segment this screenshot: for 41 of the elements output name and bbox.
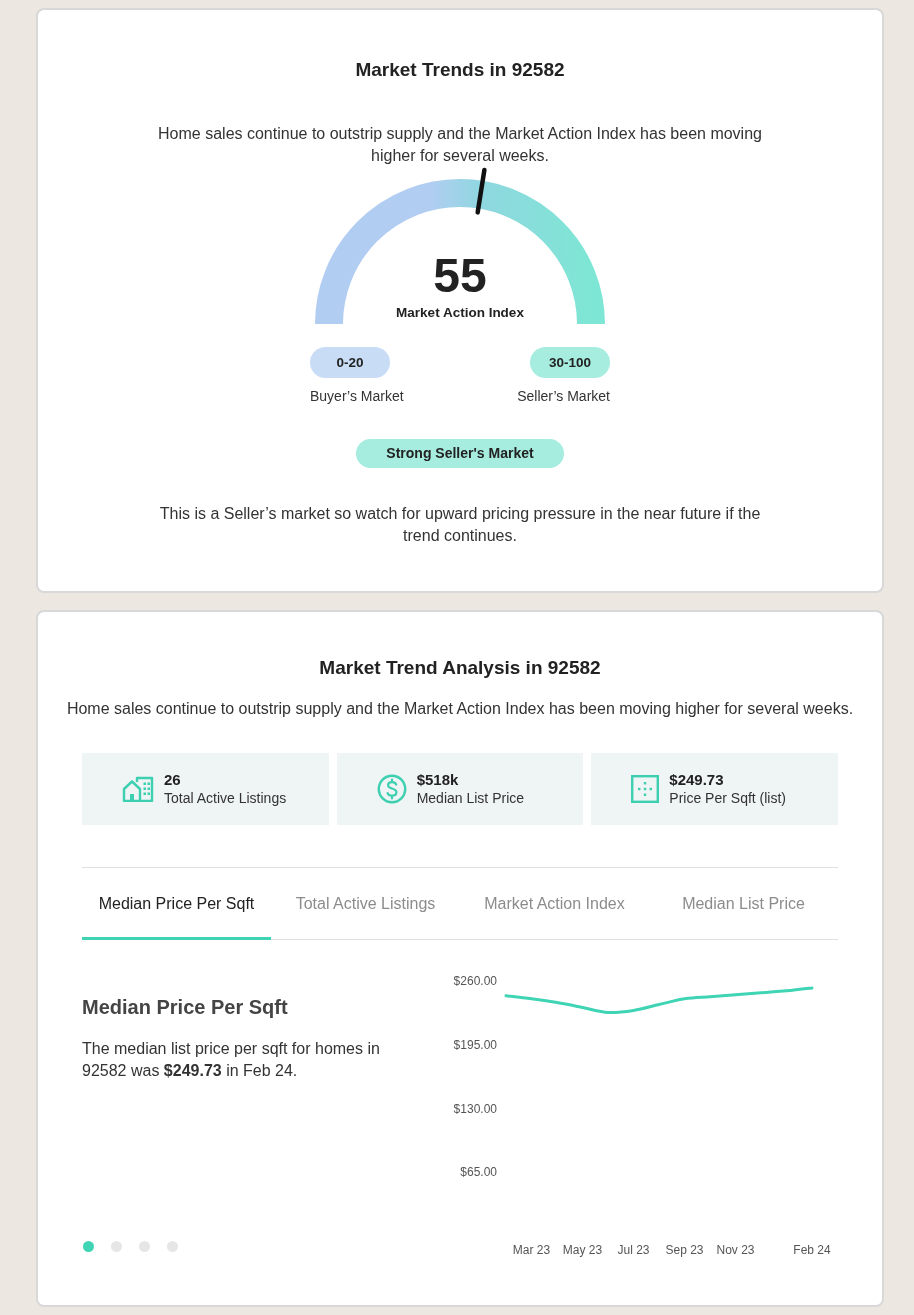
y-axis-label: $65.00: [460, 1165, 497, 1180]
stat-value: $249.73: [669, 771, 725, 789]
range-tag: 30-100: [530, 347, 610, 378]
stat-label: Total Active Listings: [164, 789, 287, 807]
market-status-tag: Strong Seller's Market: [356, 439, 564, 468]
chart-tab[interactable]: Median List Price: [649, 868, 838, 940]
y-axis-label: $260.00: [453, 974, 497, 988]
square-grid-icon: [631, 775, 660, 803]
x-axis-label: Nov 23: [716, 1243, 755, 1257]
market-summary-text: Home sales continue to outstrip supply and the Market Action Index has been moving higher for several weeks.: [157, 124, 763, 166]
y-axis-label: $130.00: [453, 1101, 497, 1116]
x-axis-label: Sep 23: [665, 1243, 704, 1257]
card-title: Market Trend Analysis in 92582: [319, 656, 601, 680]
x-axis-label: Feb 24: [793, 1243, 831, 1257]
carousel-dot[interactable]: [83, 1241, 94, 1252]
analysis-summary-text: Home sales continue to outstrip supply and the Market Action Index has been moving higher for several weeks.: [66, 699, 854, 719]
x-axis-label: Jul 23: [617, 1243, 650, 1257]
index-value: 55: [433, 253, 487, 299]
range-tag: 0-20: [310, 347, 390, 378]
dollar-circle-icon: [376, 774, 407, 804]
chart-tab[interactable]: Market Action Index: [460, 868, 649, 940]
carousel-dot[interactable]: [167, 1241, 178, 1252]
y-axis-label: $195.00: [453, 1037, 497, 1052]
stat-label: Price Per Sqft (list): [669, 789, 787, 807]
carousel-dot[interactable]: [139, 1241, 150, 1252]
house-building-icon: [122, 776, 154, 802]
stat-label: Median List Price: [416, 789, 525, 807]
panel-description: The median list price per sqft for homes in 92582 was $249.73 in Feb 24.: [82, 1039, 381, 1081]
x-axis-label: Mar 23: [512, 1243, 551, 1257]
carousel-dot[interactable]: [111, 1241, 122, 1252]
market-note-text: This is a Seller’s market so watch for upward pricing pressure in the near future if the trend continues.: [158, 504, 762, 546]
stat-value: $518k: [416, 771, 460, 789]
panel-heading: Median Price Per Sqft: [82, 995, 288, 1020]
chart-tab[interactable]: Median Price Per Sqft: [82, 868, 271, 940]
range-label: Buyer’s Market: [310, 388, 404, 404]
index-label: Market Action Index: [396, 305, 524, 321]
card-title: Market Trends in 92582: [355, 58, 565, 82]
range-label: Seller’s Market: [517, 388, 610, 404]
stat-value: 26: [164, 771, 182, 789]
chart-tab[interactable]: Total Active Listings: [271, 868, 460, 940]
x-axis-label: May 23: [562, 1243, 603, 1257]
